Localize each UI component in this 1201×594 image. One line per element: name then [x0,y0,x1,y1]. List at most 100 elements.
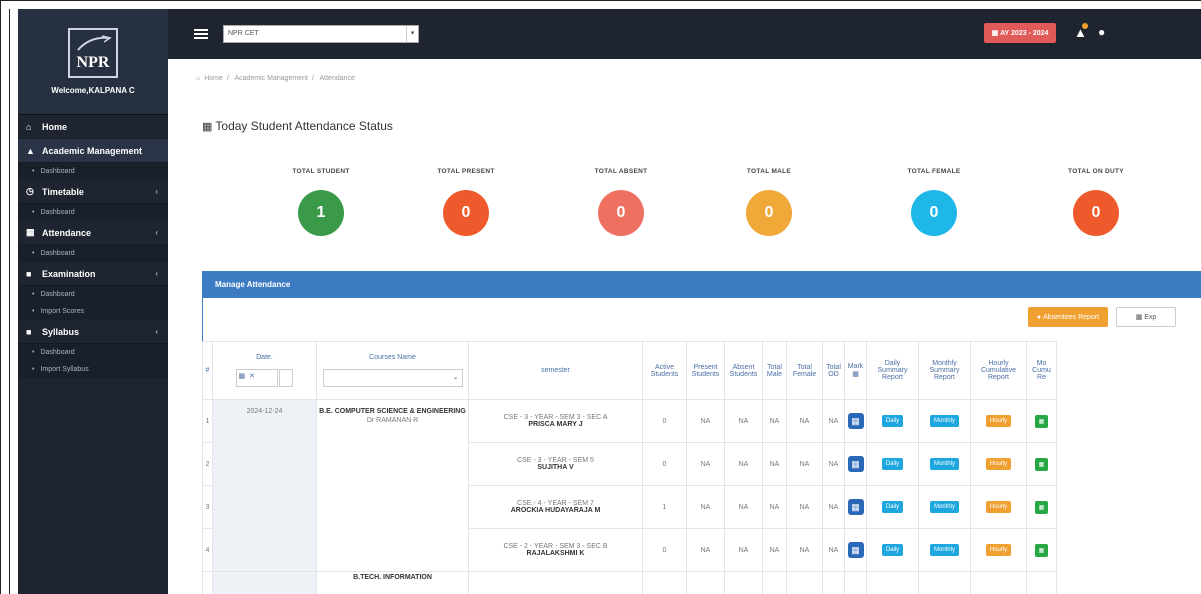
daily-report-button[interactable]: Daily [881,415,904,427]
daily-report-button[interactable]: Daily [881,544,904,556]
sidebar-item-academic-management[interactable]: ▲ Academic Management [18,139,168,163]
user-icon[interactable]: ● [1098,25,1105,39]
chevron-icon: ‹ [155,228,158,237]
sidebar-item-examination[interactable]: ■ Examination ‹ [18,262,168,286]
course-cell: B.E. COMPUTER SCIENCE & ENGINEERING Dr R… [316,399,469,572]
calendar-icon: ▦ [202,120,213,133]
table-row: 1 2024-12-24 B.E. COMPUTER SCIENCE & ENG… [202,399,1057,572]
college-select[interactable]: NPR CET ▾ [223,25,419,43]
home-icon: ⌂ [196,75,201,82]
col-header-monthly: Monthly Summary Report [918,341,971,400]
sidebar-sub-exam-dashboard[interactable]: • Dashboard [18,286,168,303]
col-header-mo-cumu: Mo Cumu Re [1026,341,1057,400]
sidebar-item-timetable[interactable]: ◷ Timetable ‹ [18,180,168,204]
col-header-female: Total Female [786,341,823,400]
monthly-report-button[interactable]: Monthly [929,458,959,470]
calendar-icon: ▦ [238,373,246,380]
monthly-cumulative-button[interactable]: ▦ [1034,500,1049,514]
daily-report-button[interactable]: Daily [881,501,904,513]
attendance-table: # Date. ▦ ✕ Courses Name ⌄ semester Acti… [202,341,1057,594]
absentees-report-button[interactable]: ● Absentees Report [1028,307,1108,327]
monthly-cumulative-button[interactable]: ▦ [1034,414,1049,428]
panel-title: Manage Attendance [203,272,1201,298]
semester-cell: CSE - 3 - YEAR - SEM 3 - SEC A PRISCA MAR… [468,399,643,443]
monthly-report-button[interactable]: Monthly [929,544,959,556]
sidebar-item-home[interactable]: ⌂ Home [18,115,168,139]
chevron-icon: ‹ [155,327,158,336]
daily-report-button[interactable]: Daily [881,458,904,470]
sidebar-item-syllabus[interactable]: ■ Syllabus ‹ [18,320,168,344]
logo-area: NPR Welcome,KALPANA C [18,9,168,115]
chevron-icon: ‹ [155,187,158,196]
stat-total-male: TOTAL MALE 0 [719,168,819,236]
app-frame: NPR Welcome,KALPANA C ⌂ Home ▲ Academic … [0,0,1201,594]
col-header-mark: Mark ▦ [844,341,867,400]
menu-toggle-icon[interactable] [194,29,208,39]
semester-cell: CSE - 4 - YEAR - SEM 7 AROCKIA HUDAYARAJA… [468,485,643,529]
sidebar-sub-syllabus-dashboard[interactable]: • Dashboard [18,344,168,361]
chevron-icon: ‹ [155,269,158,278]
col-header-active: Active Students [642,341,687,400]
monthly-report-button[interactable]: Monthly [929,415,959,427]
mark-attendance-button[interactable]: ▦ [847,499,864,515]
sidebar-item-attendance[interactable]: ▦ Attendance ‹ [18,221,168,245]
col-header-absent: Absent Students [724,341,763,400]
monthly-cumulative-button[interactable]: ▦ [1034,457,1049,471]
home-icon: ⌂ [26,121,32,132]
mark-attendance-button[interactable]: ▦ [847,542,864,558]
breadcrumb-academic[interactable]: Academic Management [234,75,308,82]
clear-icon: ✕ [249,373,255,380]
sidebar-sub-import-scores[interactable]: • Import Scores [18,303,168,320]
hourly-report-button[interactable]: Hourly [985,501,1012,513]
monthly-cumulative-button[interactable]: ▦ [1034,543,1049,557]
page-title: ▦ Today Student Attendance Status [202,119,393,133]
stat-total-female: TOTAL FEMALE 0 [884,168,984,236]
book-icon: ■ [26,268,32,279]
mark-attendance-button[interactable]: ▦ [847,456,864,472]
stat-total-student: TOTAL STUDENT 1 [271,168,371,236]
col-header-date: Date. ▦ ✕ [212,341,317,400]
sidebar-sub-timetable-dashboard[interactable]: • Dashboard [18,204,168,221]
sidebar-sub-academic-dashboard[interactable]: • Dashboard [18,163,168,180]
col-header-od: Total OD [822,341,845,400]
file-icon: ▦ [1135,314,1145,321]
calendar-icon: ▦ [991,30,1001,37]
graduation-cap-icon: ▲ [26,145,35,156]
calendar-icon: ▦ [852,371,859,378]
course-select[interactable]: ⌄ [322,369,463,387]
hourly-report-button[interactable]: Hourly [985,458,1012,470]
sidebar-sub-attendance-dashboard[interactable]: • Dashboard [18,245,168,262]
chevron-down-icon: ▾ [406,26,418,42]
monthly-report-button[interactable]: Monthly [929,501,959,513]
mark-attendance-button[interactable]: ▦ [847,413,864,429]
col-header-num: # [202,341,213,400]
book-icon: ■ [26,326,32,337]
col-header-course: Courses Name ⌄ [316,341,469,400]
col-header-male: Total Male [762,341,787,400]
sidebar-sub-import-syllabus[interactable]: • Import Syllabus [18,361,168,378]
sidebar: NPR Welcome,KALPANA C ⌂ Home ▲ Academic … [18,9,168,594]
calendar-icon: ▦ [26,227,35,237]
col-header-present: Present Students [686,341,725,400]
breadcrumb-home[interactable]: Home [204,75,223,82]
window-edge [9,9,10,594]
breadcrumb: ⌂ Home / Academic Management / Attendance [196,75,355,82]
date-filter[interactable]: ▦ ✕ [235,369,278,387]
stat-total-on-duty: TOTAL ON DUTY 0 [1046,168,1146,236]
stat-total-present: TOTAL PRESENT 0 [416,168,516,236]
semester-cell: CSE - 2 - YEAR - SEM 3 - SEC B RAJALAKSHM… [468,528,643,572]
notification-badge [1082,23,1088,29]
col-header-hourly: Hourly Cumulative Report [970,341,1027,400]
semester-cell: CSE - 3 - YEAR - SEM 5 SUJITHA V [468,442,643,486]
academic-year-button[interactable]: ▦ AY 2023 - 2024 [984,23,1056,43]
date-input[interactable] [279,369,294,387]
col-header-semester: semester [468,341,643,400]
table-row: B.TECH. INFORMATION [202,571,1057,594]
hourly-report-button[interactable]: Hourly [985,415,1012,427]
chevron-down-icon: ⌄ [452,374,459,381]
col-header-daily: Daily Summary Report [866,341,919,400]
top-navbar: NPR CET ▾ ▦ AY 2023 - 2024 ▲ ● [168,9,1201,59]
stat-total-absent: TOTAL ABSENT 0 [571,168,671,236]
export-button[interactable]: ▦ Exp [1116,307,1176,327]
hourly-report-button[interactable]: Hourly [985,544,1012,556]
